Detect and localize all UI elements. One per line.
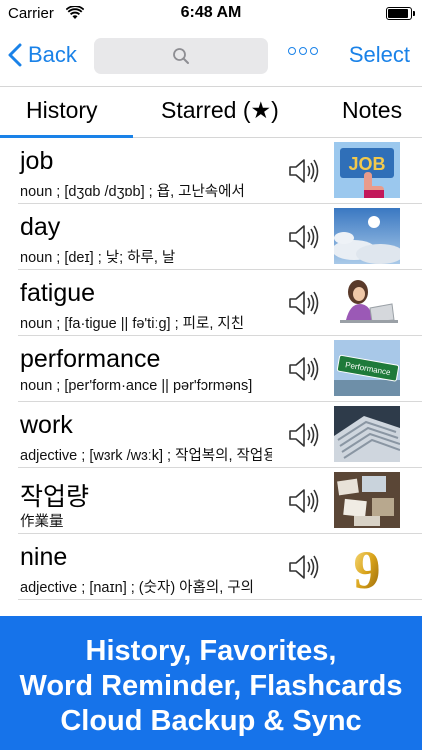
list-item[interactable]: nine adjective ; [naɪn] ; (숫자) 아홉의, 구의 9 bbox=[18, 534, 422, 600]
performance-road-sign-image: Performance bbox=[334, 340, 400, 396]
entry-definition: noun ; [dʒɑb /dʒɒb] ; 욥, 고난속에서 bbox=[20, 184, 245, 200]
history-list: job noun ; [dʒɑb /dʒɒb] ; 욥, 고난속에서 JOB d… bbox=[0, 138, 422, 600]
speaker-icon[interactable] bbox=[286, 220, 320, 254]
entry-word: fatigue bbox=[20, 279, 96, 307]
speaker-icon[interactable] bbox=[286, 352, 320, 386]
tired-woman-laptop-image bbox=[334, 274, 400, 330]
speaker-icon[interactable] bbox=[286, 550, 320, 584]
chevron-left-icon bbox=[8, 43, 22, 67]
speaker-icon[interactable] bbox=[286, 286, 320, 320]
search-field[interactable] bbox=[94, 38, 268, 74]
gold-number-nine-image: 9 bbox=[334, 538, 400, 594]
entry-definition: adjective ; [wɜrk /wɜːk] ; 작업복의, 작업용의 bbox=[20, 448, 272, 464]
entry-definition: adjective ; [naɪn] ; (숫자) 아홉의, 구의 bbox=[20, 580, 254, 596]
tab-bar: History Starred (★) Notes bbox=[0, 86, 422, 138]
list-item[interactable]: day noun ; [deɪ] ; 낮; 하루, 날 bbox=[18, 204, 422, 270]
entry-word: performance bbox=[20, 345, 161, 373]
paper-stacks-image bbox=[334, 406, 400, 462]
tab-starred[interactable]: Starred (★) bbox=[161, 97, 279, 124]
sky-clouds-image bbox=[334, 208, 400, 264]
list-item[interactable]: job noun ; [dʒɑb /dʒɒb] ; 욥, 고난속에서 JOB bbox=[18, 138, 422, 204]
cluttered-desk-image bbox=[334, 472, 400, 528]
entry-word: work bbox=[20, 411, 73, 439]
tab-notes[interactable]: Notes bbox=[342, 97, 402, 124]
speaker-icon[interactable] bbox=[286, 154, 320, 188]
navigation-bar: Back Select bbox=[0, 28, 422, 84]
banner-line-1: History, Favorites, bbox=[85, 635, 337, 667]
entry-definition: noun ; [fa·tigue || fə'tiːg] ; 피로, 지친 bbox=[20, 316, 245, 332]
list-item[interactable]: fatigue noun ; [fa·tigue || fə'tiːg] ; 피… bbox=[18, 270, 422, 336]
entry-word: job bbox=[20, 147, 54, 175]
entry-definition: noun ; [deɪ] ; 낮; 하루, 날 bbox=[20, 250, 176, 266]
battery-icon bbox=[386, 7, 415, 20]
more-options-icon[interactable] bbox=[288, 47, 318, 55]
tab-history[interactable]: History bbox=[26, 97, 98, 124]
svg-text:9: 9 bbox=[354, 540, 381, 594]
entry-definition: 作業量 bbox=[20, 514, 64, 530]
app-screen: Carrier 6:48 AM Back Select History Star… bbox=[0, 0, 422, 750]
banner-line-3: Cloud Backup & Sync bbox=[60, 705, 362, 737]
back-button[interactable]: Back bbox=[8, 40, 77, 70]
status-time: 6:48 AM bbox=[180, 4, 242, 21]
svg-text:JOB: JOB bbox=[348, 154, 385, 174]
speaker-icon[interactable] bbox=[286, 418, 320, 452]
job-sign-image: JOB bbox=[334, 142, 400, 198]
entry-word: nine bbox=[20, 543, 68, 571]
entry-word: 작업량 bbox=[20, 483, 90, 511]
speaker-icon[interactable] bbox=[286, 484, 320, 518]
list-item[interactable]: work adjective ; [wɜrk /wɜːk] ; 작업복의, 작업… bbox=[18, 402, 422, 468]
search-input[interactable] bbox=[94, 38, 268, 74]
promo-banner: History, Favorites, Word Reminder, Flash… bbox=[0, 616, 422, 750]
list-item[interactable]: performance noun ; [per'form·ance || pər… bbox=[18, 336, 422, 402]
status-bar: Carrier 6:48 AM bbox=[0, 0, 422, 28]
banner-line-2: Word Reminder, Flashcards bbox=[19, 670, 403, 702]
entry-definition: noun ; [per'form·ance || pər'fɔrməns] bbox=[20, 378, 253, 394]
entry-word: day bbox=[20, 213, 61, 241]
select-button[interactable]: Select bbox=[349, 42, 410, 68]
back-button-label: Back bbox=[28, 42, 77, 67]
list-item[interactable]: 작업량 作業量 bbox=[18, 468, 422, 534]
